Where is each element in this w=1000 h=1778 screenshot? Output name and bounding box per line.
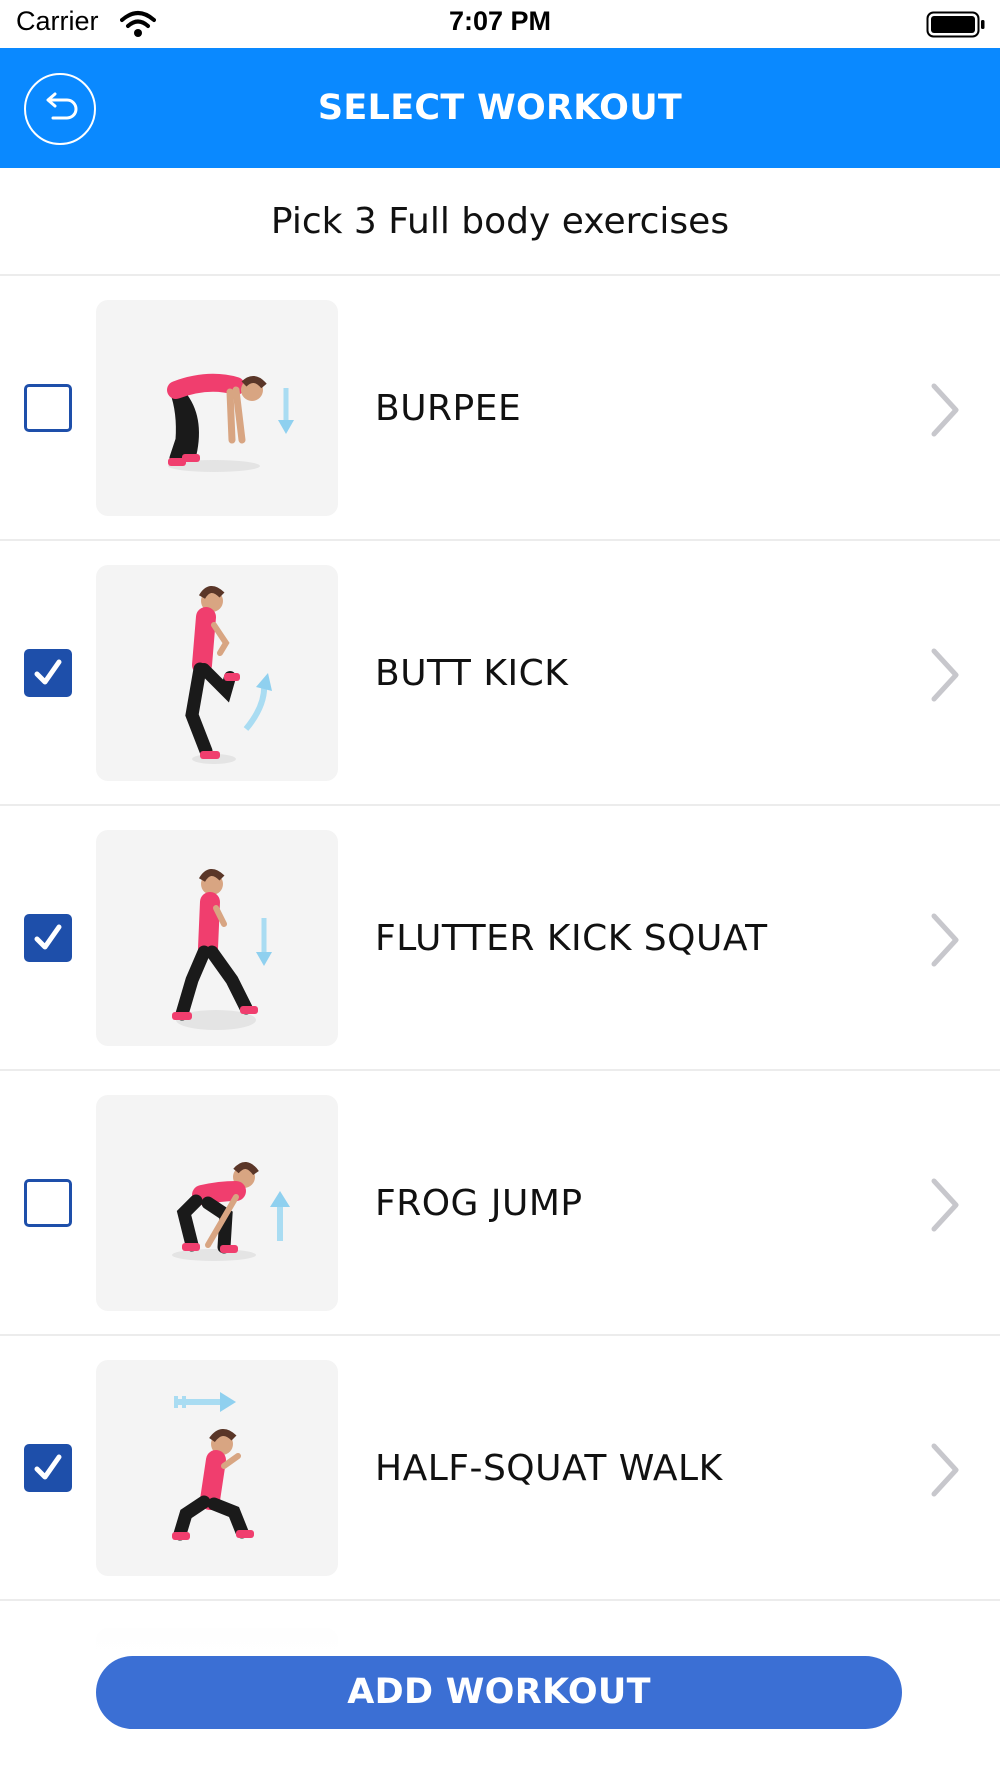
exercise-row[interactable]: HALF-SQUAT WALK xyxy=(0,1336,1000,1601)
exercise-thumbnail xyxy=(96,830,338,1046)
add-workout-button[interactable]: ADD WORKOUT xyxy=(96,1656,902,1729)
chevron-right-icon xyxy=(931,1178,959,1232)
chevron-right-icon xyxy=(931,1443,959,1497)
exercise-checkbox[interactable] xyxy=(24,649,72,697)
frog-jump-illustration xyxy=(172,1162,290,1261)
exercise-row[interactable]: FLUTTER KICK SQUAT xyxy=(0,806,1000,1071)
exercise-checkbox[interactable] xyxy=(24,1444,72,1492)
exercise-name: FROG JUMP xyxy=(375,1183,583,1224)
header-bar: SELECT WORKOUT xyxy=(0,48,1000,168)
exercise-thumbnail xyxy=(96,1095,338,1311)
exercise-row[interactable]: BUTT KICK xyxy=(0,541,1000,806)
instruction-text: Pick 3 Full body exercises xyxy=(0,168,1000,276)
page-title: SELECT WORKOUT xyxy=(317,88,683,128)
flutter-kick-squat-illustration xyxy=(172,869,272,1030)
exercise-row[interactable]: BURPEE xyxy=(0,276,1000,541)
checkmark-icon xyxy=(34,659,62,685)
chevron-right-icon xyxy=(931,383,959,437)
chevron-right-icon xyxy=(931,913,959,967)
exercise-checkbox[interactable] xyxy=(24,914,72,962)
burpee-illustration xyxy=(167,373,294,472)
exercise-thumbnail xyxy=(96,300,338,516)
battery-icon xyxy=(926,11,985,38)
butt-kick-illustration xyxy=(185,586,272,764)
status-bar: Carrier 7:07 PM xyxy=(0,0,1000,48)
exercise-list: BURPEE BUTT KICK FLUTTER KICK SQUAT FROG… xyxy=(0,276,1000,1601)
exercise-checkbox[interactable] xyxy=(24,1179,72,1227)
half-squat-walk-illustration xyxy=(172,1392,254,1541)
exercise-name: BURPEE xyxy=(375,388,522,429)
exercise-thumbnail xyxy=(96,565,338,781)
exercise-thumbnail xyxy=(96,1360,338,1576)
exercise-name: BUTT KICK xyxy=(375,653,569,694)
chevron-right-icon xyxy=(931,648,959,702)
exercise-name: HALF-SQUAT WALK xyxy=(375,1448,723,1489)
exercise-checkbox[interactable] xyxy=(24,384,72,432)
exercise-name: FLUTTER KICK SQUAT xyxy=(375,918,768,959)
exercise-row[interactable]: FROG JUMP xyxy=(0,1071,1000,1336)
checkmark-icon xyxy=(34,1454,62,1480)
status-time: 7:07 PM xyxy=(448,6,552,36)
checkmark-icon xyxy=(34,924,62,950)
